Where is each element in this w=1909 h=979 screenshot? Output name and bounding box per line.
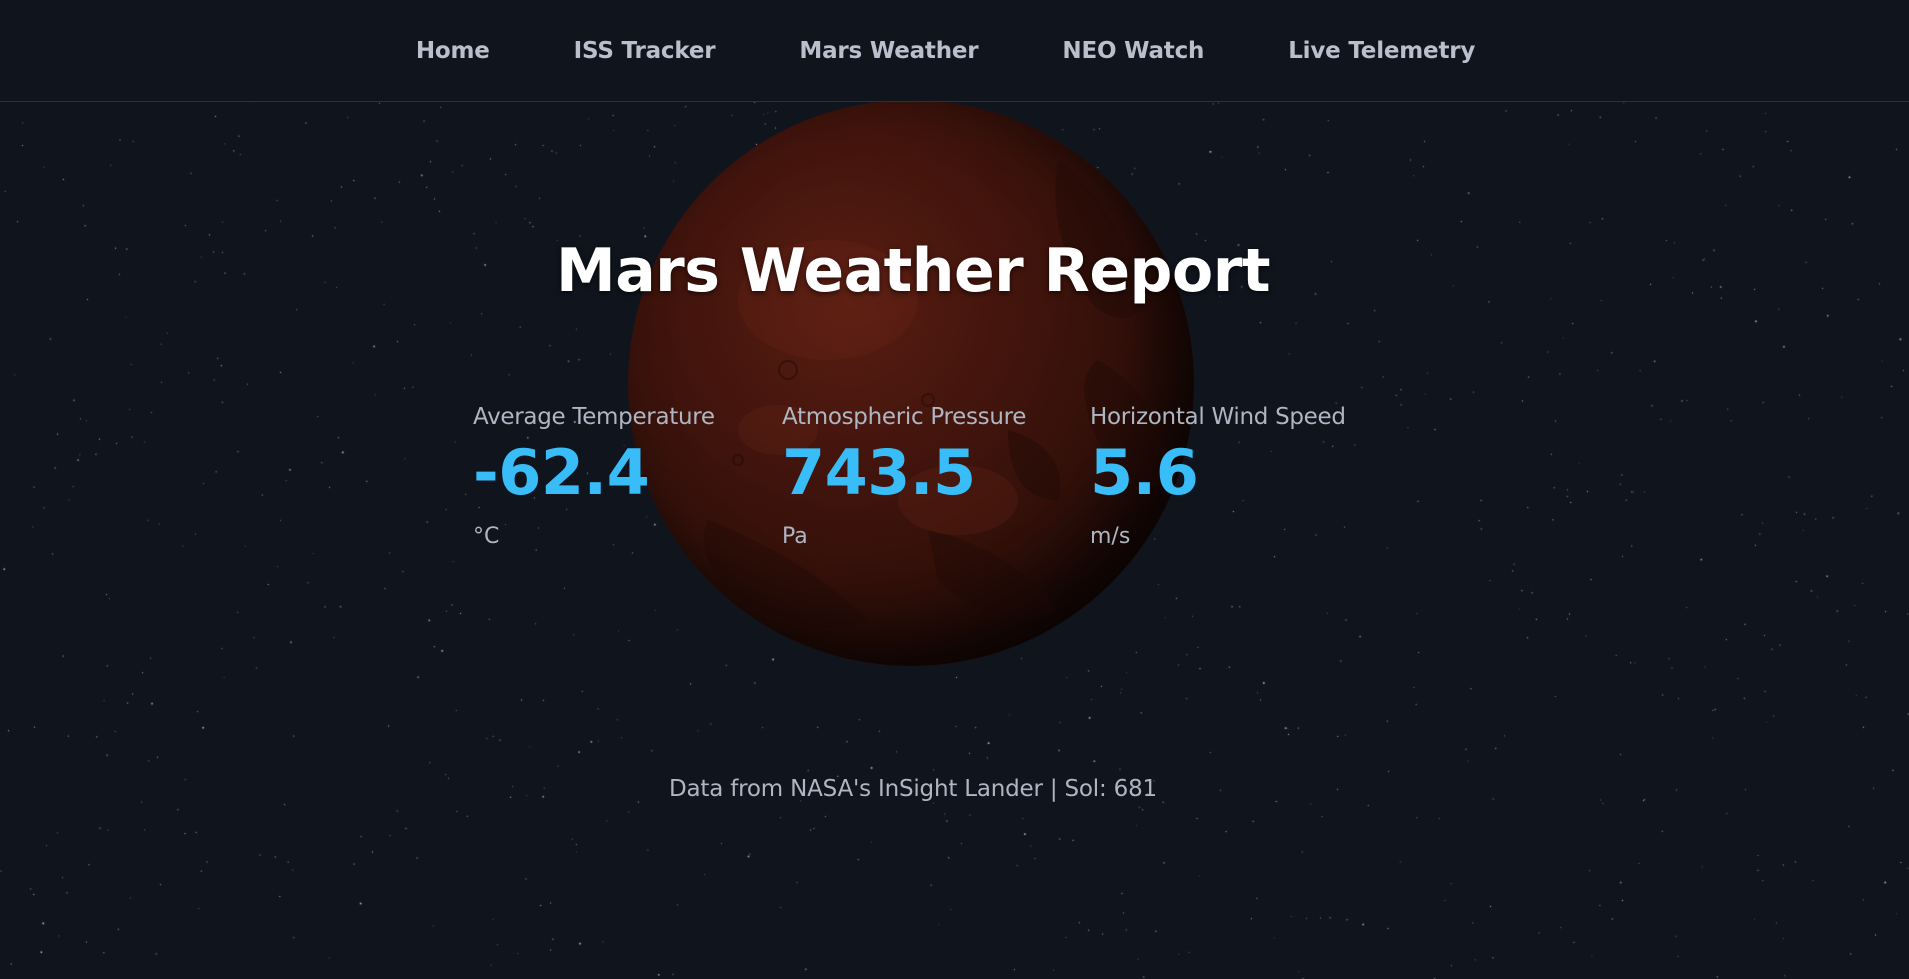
metric-unit: °C [473, 524, 500, 549]
nav-link-iss-tracker[interactable]: ISS Tracker [574, 38, 716, 64]
metric-label: Horizontal Wind Speed [1090, 404, 1346, 430]
data-source-footer: Data from NASA's InSight Lander | Sol: 6… [669, 776, 1157, 802]
metric-unit: Pa [782, 524, 808, 549]
metric-pressure: Atmospheric Pressure 743.5 Pa [782, 404, 1082, 549]
metric-value: 743.5 [782, 436, 976, 509]
nav-link-mars-weather[interactable]: Mars Weather [799, 38, 978, 64]
nav-links: Home ISS Tracker Mars Weather NEO Watch … [416, 38, 1476, 64]
page-title: Mars Weather Report [555, 236, 1271, 306]
metric-value: 5.6 [1090, 436, 1199, 509]
main-content: Mars Weather Report Average Temperature … [0, 0, 1909, 979]
nav-link-neo-watch[interactable]: NEO Watch [1062, 38, 1204, 64]
metric-label: Atmospheric Pressure [782, 404, 1027, 430]
metric-temperature: Average Temperature -62.4 °C [473, 404, 773, 549]
metric-unit: m/s [1090, 524, 1131, 549]
metric-wind-speed: Horizontal Wind Speed 5.6 m/s [1090, 404, 1390, 549]
nav-link-home[interactable]: Home [416, 38, 490, 64]
metric-label: Average Temperature [473, 404, 715, 430]
top-navigation: Home ISS Tracker Mars Weather NEO Watch … [0, 0, 1909, 102]
metric-value: -62.4 [473, 436, 650, 509]
nav-link-live-telemetry[interactable]: Live Telemetry [1288, 38, 1475, 64]
